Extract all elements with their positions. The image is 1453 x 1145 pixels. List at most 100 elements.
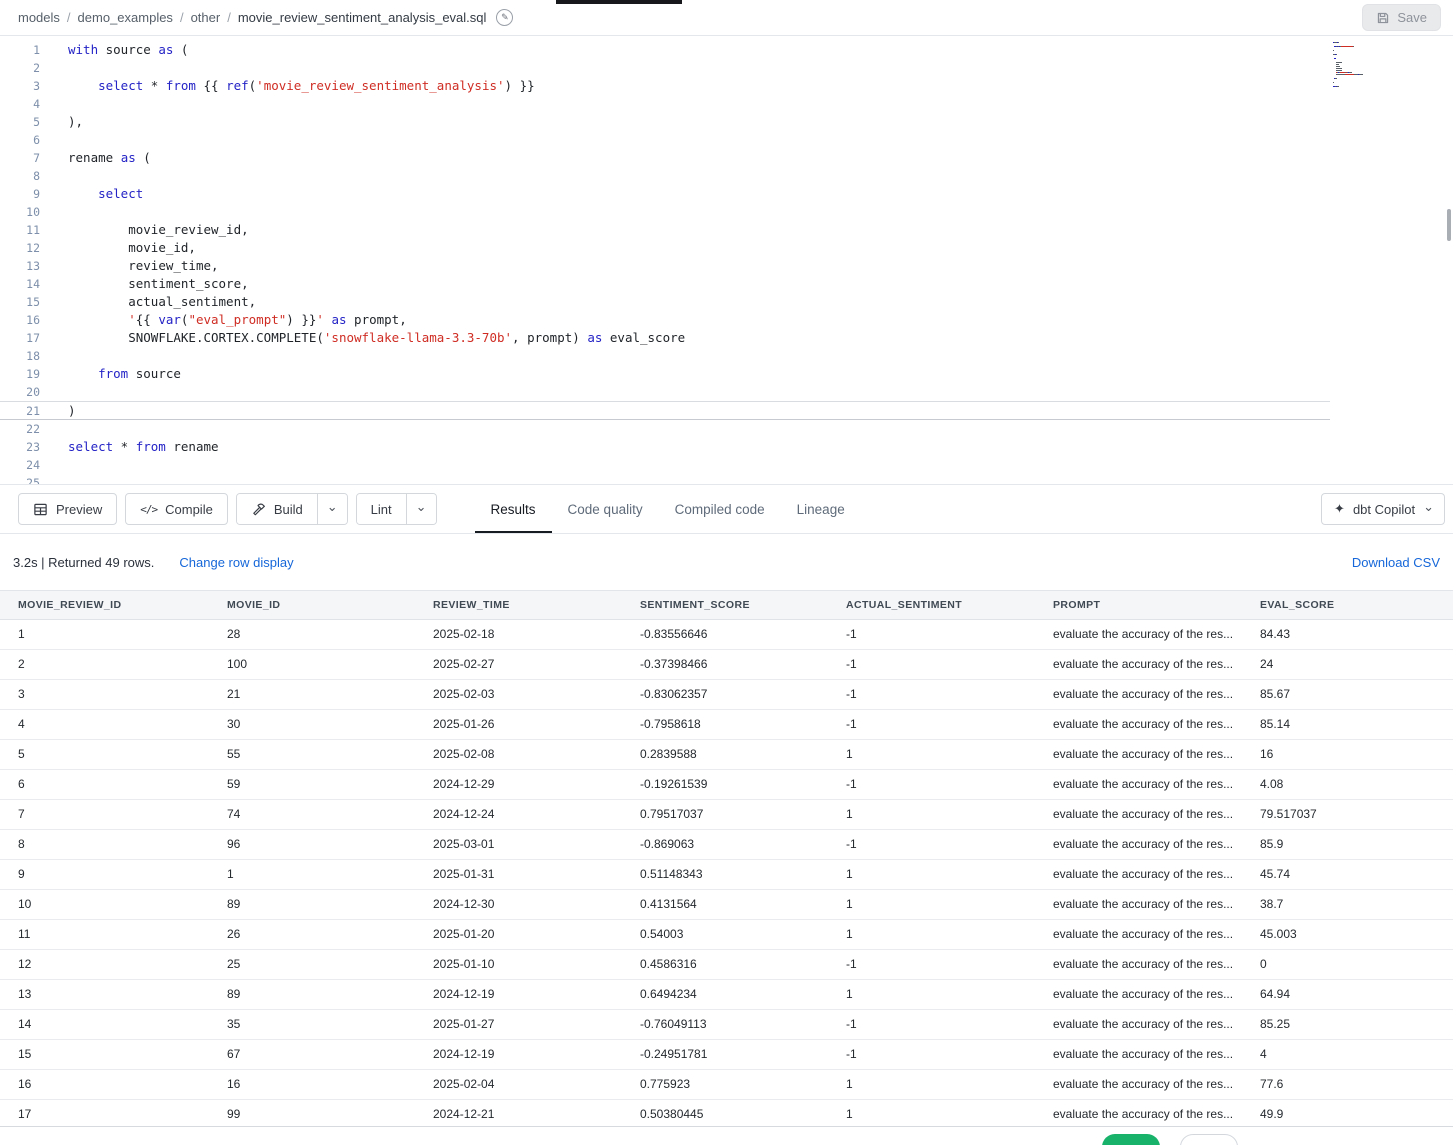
code-line[interactable]: 18 [0, 347, 1453, 365]
cell-movie_review_id: 4 [0, 709, 209, 739]
code-text [40, 95, 68, 113]
cell-actual_sentiment: -1 [828, 1039, 1035, 1069]
breadcrumb-segment[interactable]: models [18, 10, 60, 25]
save-button[interactable]: Save [1362, 4, 1441, 31]
code-line[interactable]: 11 movie_review_id, [0, 221, 1453, 239]
prompt-preview: evaluate the accuracy of the res... [1053, 837, 1233, 851]
code-text: rename as ( [40, 149, 151, 167]
code-line[interactable]: 25 [0, 474, 1453, 484]
table-icon [33, 502, 48, 517]
line-number: 18 [0, 347, 40, 365]
tab-results[interactable]: Results [475, 485, 552, 533]
minimap-line [1333, 50, 1451, 51]
code-text: select * from rename [40, 438, 219, 456]
bottom-secondary-button[interactable] [1180, 1134, 1238, 1145]
cell-prompt: evaluate the accuracy of the res...› [1035, 979, 1242, 1009]
cell-prompt: evaluate the accuracy of the res...› [1035, 889, 1242, 919]
cell-review_time: 2024-12-21 [415, 1099, 622, 1126]
code-line[interactable]: 4 [0, 95, 1453, 113]
code-line[interactable]: 17 SNOWFLAKE.CORTEX.COMPLETE('snowflake-… [0, 329, 1453, 347]
code-line[interactable]: 16 '{{ var("eval_prompt") }}' as prompt, [0, 311, 1453, 329]
minimap-line [1333, 62, 1451, 63]
tab-lineage[interactable]: Lineage [781, 485, 861, 533]
column-header-movie_review_id: MOVIE_REVIEW_ID [0, 591, 209, 619]
code-line[interactable]: 5), [0, 113, 1453, 131]
code-line[interactable]: 19 from source [0, 365, 1453, 383]
table-row: 7742024-12-240.795170371evaluate the acc… [0, 799, 1453, 829]
code-line[interactable]: 21) [0, 401, 1330, 420]
compile-button[interactable]: </> Compile [125, 493, 228, 525]
editor-scrollbar[interactable] [1447, 209, 1451, 241]
build-options-button[interactable]: ⌄ [317, 494, 347, 524]
code-text: select * from {{ ref('movie_review_senti… [40, 77, 535, 95]
cell-eval_score: 79.517037 [1242, 799, 1453, 829]
code-line[interactable]: 24 [0, 456, 1453, 474]
line-number: 7 [0, 149, 40, 167]
topbar: models/demo_examples/other/movie_review_… [0, 0, 1453, 36]
minimap-line [1333, 64, 1451, 65]
line-number: 11 [0, 221, 40, 239]
code-line[interactable]: 6 [0, 131, 1453, 149]
cell-actual_sentiment: 1 [828, 799, 1035, 829]
prompt-preview: evaluate the accuracy of the res... [1053, 657, 1233, 671]
column-header-actual_sentiment: ACTUAL_SENTIMENT [828, 591, 1035, 619]
code-text [40, 474, 68, 484]
breadcrumb-segment[interactable]: other [191, 10, 221, 25]
code-line[interactable]: 10 [0, 203, 1453, 221]
change-row-display-link[interactable]: Change row display [179, 555, 293, 570]
build-button[interactable]: Build [237, 494, 317, 524]
cell-sentiment_score: -0.76049113 [622, 1009, 828, 1039]
code-text [40, 383, 68, 401]
cell-prompt: evaluate the accuracy of the res...› [1035, 919, 1242, 949]
dbt-copilot-button[interactable]: ✦ dbt Copilot ⌄ [1321, 493, 1445, 525]
dbt-cloud-ide: models/demo_examples/other/movie_review_… [0, 0, 1453, 1145]
breadcrumb-separator: / [227, 10, 231, 25]
cell-eval_score: 45.74 [1242, 859, 1453, 889]
code-line[interactable]: 12 movie_id, [0, 239, 1453, 257]
code-line[interactable]: 23select * from rename [0, 438, 1453, 456]
minimap-line [1333, 78, 1451, 79]
code-text [40, 420, 68, 438]
line-number: 9 [0, 185, 40, 203]
code-line[interactable]: 14 sentiment_score, [0, 275, 1453, 293]
lint-button[interactable]: Lint [357, 494, 406, 524]
code-text [40, 59, 68, 77]
code-editor[interactable]: 1with source as (23 select * from {{ ref… [0, 37, 1453, 484]
cell-review_time: 2025-02-18 [415, 619, 622, 649]
code-line[interactable]: 7rename as ( [0, 149, 1453, 167]
prompt-preview: evaluate the accuracy of the res... [1053, 627, 1233, 641]
prompt-preview: evaluate the accuracy of the res... [1053, 807, 1233, 821]
download-csv-link[interactable]: Download CSV [1352, 555, 1440, 570]
code-line[interactable]: 8 [0, 167, 1453, 185]
cell-eval_score: 85.67 [1242, 679, 1453, 709]
code-text: movie_id, [40, 239, 196, 257]
cell-movie_review_id: 14 [0, 1009, 209, 1039]
table-row: 16162025-02-040.7759231evaluate the accu… [0, 1069, 1453, 1099]
cell-prompt: evaluate the accuracy of the res...› [1035, 829, 1242, 859]
results-table-container: MOVIE_REVIEW_IDMOVIE_IDREVIEW_TIMESENTIM… [0, 590, 1453, 1126]
code-line[interactable]: 13 review_time, [0, 257, 1453, 275]
compile-label: Compile [165, 502, 213, 517]
table-row: 13892024-12-190.64942341evaluate the acc… [0, 979, 1453, 1009]
code-line[interactable]: 3 select * from {{ ref('movie_review_sen… [0, 77, 1453, 95]
minimap[interactable] [1333, 42, 1451, 92]
code-line[interactable]: 1with source as ( [0, 41, 1453, 59]
cell-actual_sentiment: 1 [828, 1069, 1035, 1099]
breadcrumb-segment[interactable]: movie_review_sentiment_analysis_eval.sql [238, 10, 487, 25]
cell-eval_score: 84.43 [1242, 619, 1453, 649]
table-row: 8962025-03-01-0.869063-1evaluate the acc… [0, 829, 1453, 859]
code-line[interactable]: 9 select [0, 185, 1453, 203]
lint-options-button[interactable]: ⌄ [406, 494, 436, 524]
tab-code-quality[interactable]: Code quality [552, 485, 659, 533]
cell-movie_review_id: 10 [0, 889, 209, 919]
bottom-primary-button[interactable] [1102, 1134, 1160, 1145]
preview-button[interactable]: Preview [18, 493, 117, 525]
code-line[interactable]: 22 [0, 420, 1453, 438]
code-line[interactable]: 2 [0, 59, 1453, 77]
tab-compiled-code[interactable]: Compiled code [659, 485, 781, 533]
breadcrumb-segment[interactable]: demo_examples [78, 10, 173, 25]
code-line[interactable]: 15 actual_sentiment, [0, 293, 1453, 311]
cell-review_time: 2024-12-19 [415, 1039, 622, 1069]
browser-notch [556, 0, 682, 4]
code-line[interactable]: 20 [0, 383, 1453, 401]
